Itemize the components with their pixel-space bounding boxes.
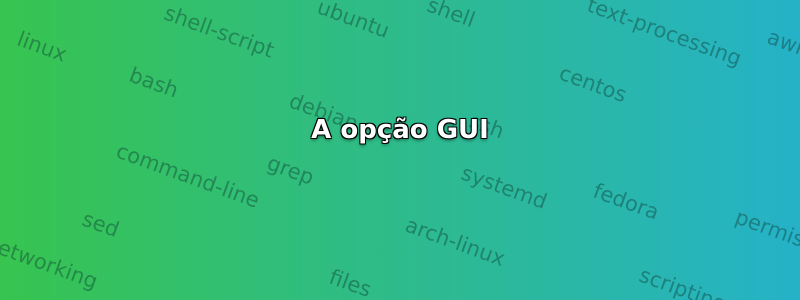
tag-label: shell-script xyxy=(161,0,278,63)
tag-label: ubuntu xyxy=(314,0,393,43)
tag-label: shell xyxy=(424,0,479,33)
tag-label: awk xyxy=(764,24,800,62)
tag-label: centos xyxy=(556,60,630,108)
tag-label: networking xyxy=(0,230,101,294)
tag-label: fedora xyxy=(590,178,663,225)
tag-label: text-processing xyxy=(584,0,745,71)
tag-label: command-line xyxy=(113,138,263,213)
tag-label: files xyxy=(326,264,375,300)
tag-label: arch-linux xyxy=(402,212,509,271)
page-title: A opção GUI xyxy=(311,115,489,145)
tag-label: bash xyxy=(126,62,182,103)
banner: linux shell-script ubuntu shell text-pro… xyxy=(0,0,800,300)
tag-label: grep xyxy=(264,150,318,190)
tag-label: linux xyxy=(14,26,70,67)
tag-label: sed xyxy=(79,206,123,243)
tag-label: systemd xyxy=(458,160,551,214)
tag-label: scripting xyxy=(636,262,730,300)
tag-label: permissions xyxy=(732,204,800,271)
